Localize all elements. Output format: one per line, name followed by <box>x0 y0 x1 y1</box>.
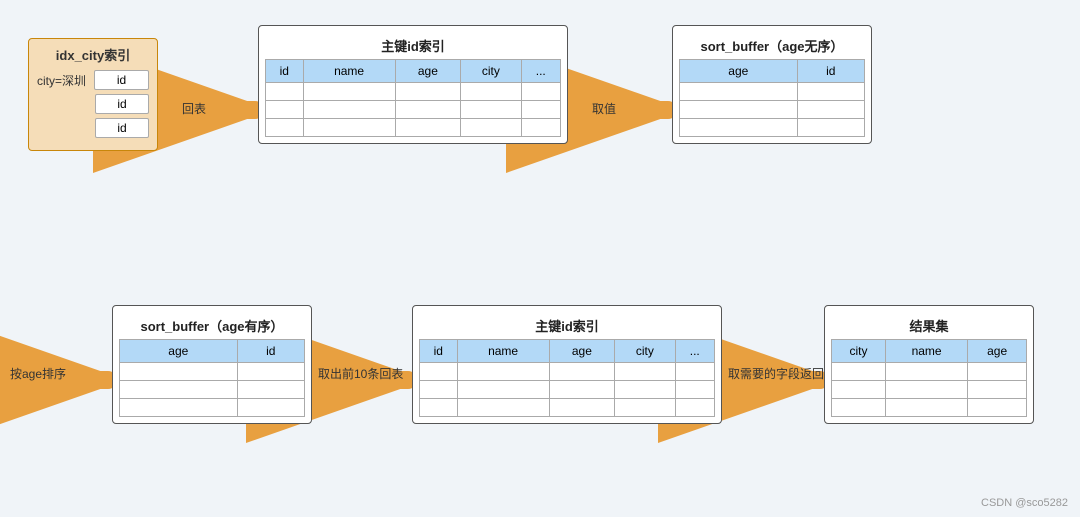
watermark: CSDN @sco5282 <box>981 497 1068 509</box>
idx-city-row-3: id <box>95 118 149 138</box>
col-name-pi2: name <box>457 340 549 363</box>
primary-index-2: 主键id索引 id name age city ... <box>412 305 722 424</box>
col-id-pi2: id <box>420 340 458 363</box>
primary-index-1: 主键id索引 id name age city ... <box>258 25 568 144</box>
sort-buffer-2: sort_buffer（age有序） age id <box>112 305 312 424</box>
idx-city-row-2: id <box>95 94 149 114</box>
col-age-pi2: age <box>549 340 615 363</box>
col-city-1: city <box>461 60 521 83</box>
col-name-rs: name <box>885 340 967 363</box>
col-id-1: id <box>266 60 304 83</box>
col-dots-pi2: ... <box>675 340 714 363</box>
table-row <box>120 399 305 417</box>
result-set-title: 结果集 <box>831 312 1027 339</box>
result-set-table: city name age <box>831 339 1027 417</box>
table-row <box>680 83 865 101</box>
col-id-sb1: id <box>797 60 864 83</box>
diagram-container: idx_city索引 city=深圳 id id id 回表 主键id索引 id… <box>0 0 1080 517</box>
table-row <box>266 101 561 119</box>
table-row <box>680 119 865 137</box>
arrow2-label: 取值 <box>592 100 616 117</box>
col-age-sb2: age <box>120 340 238 363</box>
idx-city-id-2: id <box>95 94 149 114</box>
idx-city-box: idx_city索引 city=深圳 id id id <box>28 38 158 151</box>
primary-index-1-table: id name age city ... <box>265 59 561 137</box>
primary-index-2-title: 主键id索引 <box>419 312 715 339</box>
col-name-1: name <box>303 60 395 83</box>
idx-city-row-1: city=深圳 id <box>37 70 149 90</box>
col-dots-1: ... <box>521 60 560 83</box>
table-row <box>266 83 561 101</box>
arrow3-label: 按age排序 <box>10 365 66 382</box>
table-row <box>832 381 1027 399</box>
table-row <box>832 363 1027 381</box>
col-id-sb2: id <box>237 340 304 363</box>
table-row <box>680 101 865 119</box>
city-label: city=深圳 <box>37 72 86 89</box>
arrow1-label: 回表 <box>182 100 206 117</box>
table-row <box>420 363 715 381</box>
col-city-pi2: city <box>615 340 675 363</box>
table-row <box>266 119 561 137</box>
primary-index-1-title: 主键id索引 <box>265 32 561 59</box>
table-row <box>832 399 1027 417</box>
col-city-rs: city <box>832 340 886 363</box>
table-row <box>420 399 715 417</box>
result-set: 结果集 city name age <box>824 305 1034 424</box>
arrow4-label: 取出前10条回表 <box>318 365 403 382</box>
sort-buffer-1: sort_buffer（age无序） age id <box>672 25 872 144</box>
col-age-rs: age <box>968 340 1027 363</box>
table-row <box>120 363 305 381</box>
idx-city-id-1: id <box>94 70 149 90</box>
col-age-1: age <box>395 60 461 83</box>
arrow5-label: 取需要的字段返回 <box>728 365 824 382</box>
sort-buffer-2-table: age id <box>119 339 305 417</box>
table-row <box>420 381 715 399</box>
sort-buffer-1-title: sort_buffer（age无序） <box>679 32 865 59</box>
sort-buffer-2-title: sort_buffer（age有序） <box>119 312 305 339</box>
col-age-sb1: age <box>680 60 798 83</box>
idx-city-id-3: id <box>95 118 149 138</box>
idx-city-title: idx_city索引 <box>37 45 149 64</box>
primary-index-2-table: id name age city ... <box>419 339 715 417</box>
sort-buffer-1-table: age id <box>679 59 865 137</box>
table-row <box>120 381 305 399</box>
